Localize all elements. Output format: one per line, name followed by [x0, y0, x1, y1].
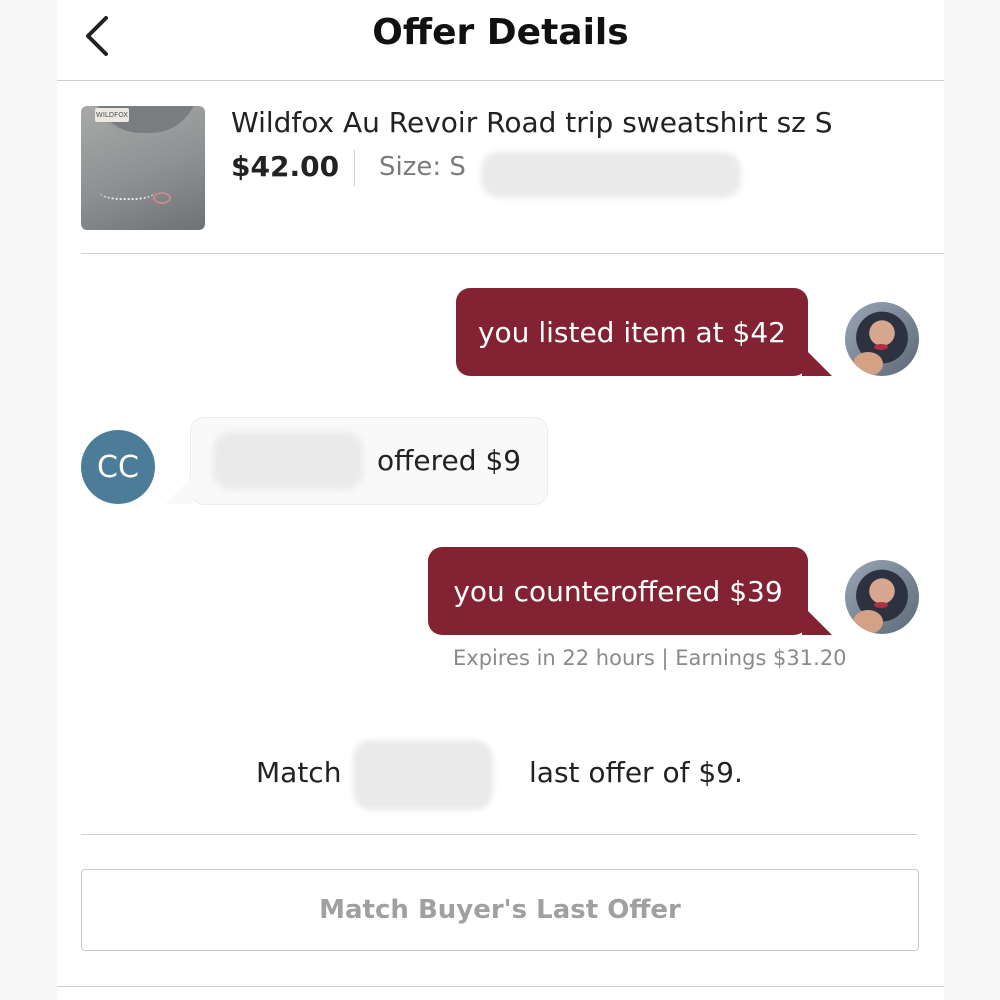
item-thumbnail[interactable]: WILDFOX [81, 106, 205, 230]
message-text: offered $9 [377, 444, 522, 477]
avatar-lips [874, 602, 888, 608]
bubble-tail [802, 605, 832, 635]
redacted-username [213, 432, 363, 490]
price-size-separator [354, 150, 355, 186]
message-text: you counteroffered $39 [453, 574, 783, 608]
offer-details-screen: Offer Details WILDFOX Wildfox Au Revoir … [57, 0, 944, 1000]
item-size: Size: S [379, 152, 466, 182]
message-bubble-seller: you listed item at $42 [456, 288, 832, 376]
offer-meta: Expires in 22 hours | Earnings $31.20 [453, 646, 847, 670]
match-last-offer-button[interactable]: Match Buyer's Last Offer [81, 869, 919, 951]
redacted-buyer-name [353, 740, 493, 810]
match-suffix: last offer of $9. [529, 756, 743, 789]
seller-avatar[interactable] [845, 560, 919, 634]
listing-divider [81, 253, 944, 254]
avatar-hand [853, 610, 883, 634]
message-bubble-seller: you counteroffered $39 [428, 547, 832, 635]
message-bubble-buyer: offered $9 [165, 417, 548, 505]
lips-embroidery [153, 192, 171, 204]
page-title: Offer Details [372, 12, 629, 53]
redacted-area [481, 152, 741, 198]
avatar-lips [874, 344, 888, 350]
bottom-divider [57, 986, 944, 987]
buyer-avatar[interactable]: CC [81, 430, 155, 504]
match-divider [81, 834, 917, 835]
avatar-hand [853, 352, 883, 376]
header: Offer Details [57, 0, 944, 80]
embroidery [99, 180, 155, 200]
match-prefix: Match [256, 756, 342, 789]
header-divider [57, 80, 944, 81]
brand-tag: WILDFOX [95, 108, 129, 122]
item-price: $42.00 [231, 150, 340, 183]
item-title[interactable]: Wildfox Au Revoir Road trip sweatshirt s… [231, 106, 833, 139]
bubble-tail [802, 346, 832, 376]
seller-avatar[interactable] [845, 302, 919, 376]
message-text: you listed item at $42 [477, 315, 786, 349]
bubble-tail [165, 476, 193, 504]
buyer-initials: CC [97, 449, 139, 485]
